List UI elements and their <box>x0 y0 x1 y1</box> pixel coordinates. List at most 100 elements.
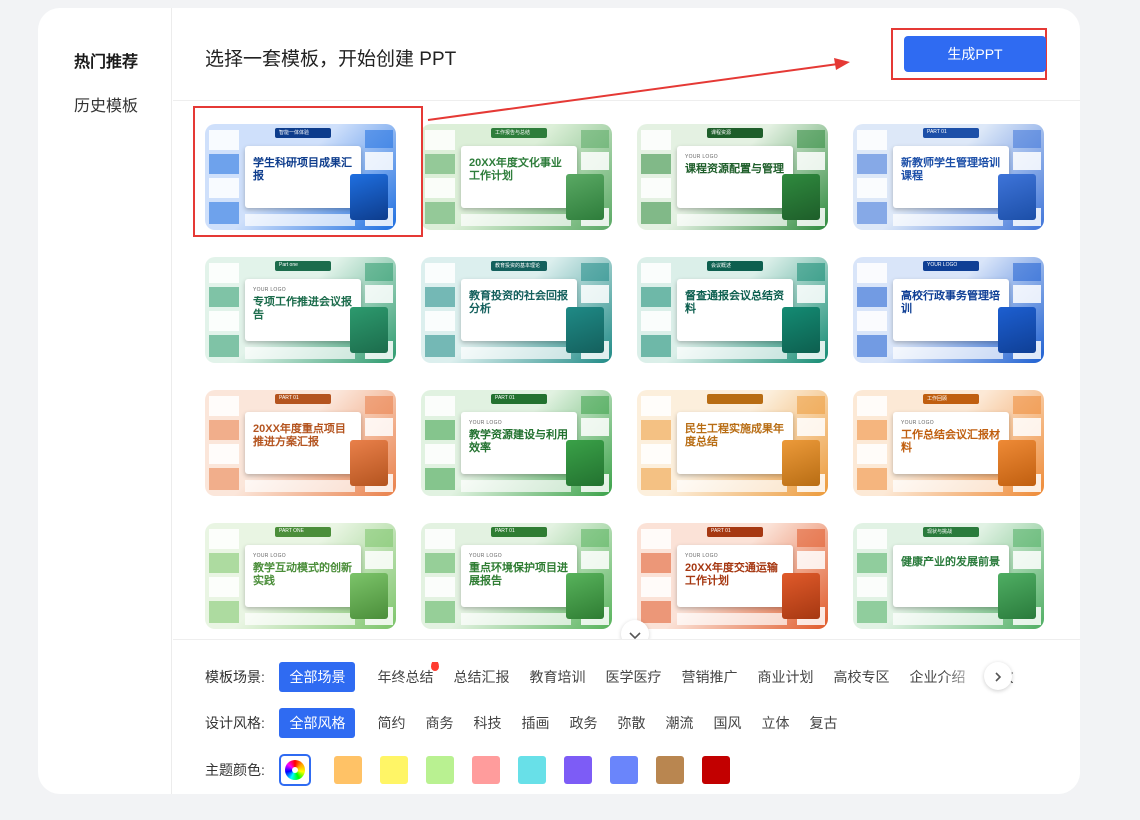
card-tag: 教育投资的基本理论 <box>495 263 541 269</box>
sidebar-item-history[interactable]: 历史模板 <box>74 92 138 116</box>
scene-option[interactable]: 商业计划 <box>757 662 813 692</box>
card-title: 督查通报会议总结资料 <box>685 290 784 315</box>
style-option[interactable]: 国风 <box>713 708 741 738</box>
template-card[interactable]: 工作回顾 YOUR LOGO 工作总结会议汇报材料 <box>853 390 1044 496</box>
color-swatch[interactable] <box>333 756 362 784</box>
style-option[interactable]: 科技 <box>473 708 501 738</box>
hot-flame-icon <box>431 662 440 671</box>
template-card[interactable]: 教育投资的基本理论教育投资的社会回报分析 <box>421 257 612 363</box>
card-tag: PART 01 <box>279 395 299 401</box>
style-option[interactable]: 插画 <box>521 708 549 738</box>
template-card[interactable]: 课程资源 YOUR LOGO 课程资源配置与管理 <box>637 124 828 230</box>
generate-ppt-button[interactable]: 生成PPT <box>904 36 1046 72</box>
color-wheel-icon <box>285 760 306 780</box>
card-photo <box>350 307 388 353</box>
card-logo: YOUR LOGO <box>469 553 502 559</box>
template-card[interactable]: PART 01 YOUR LOGO 重点环境保护项目进展报告 <box>421 523 612 629</box>
color-swatch[interactable] <box>517 756 546 784</box>
color-swatch[interactable] <box>563 756 592 784</box>
template-card[interactable]: PART 01 YOUR LOGO 20XX年度交通运输工作计划 <box>637 523 828 629</box>
color-swatch-all[interactable] <box>279 754 312 786</box>
style-option[interactable]: 简约 <box>377 708 405 738</box>
template-card[interactable]: PART 01 YOUR LOGO 教学资源建设与利用效率 <box>421 390 612 496</box>
card-cover: YOUR LOGO 专项工作推进会议报告 <box>245 279 361 341</box>
style-option[interactable]: 政务 <box>569 708 597 738</box>
style-option[interactable]: 弥散 <box>617 708 645 738</box>
scene-option[interactable]: 营销推广 <box>681 662 737 692</box>
card-cover: 教育投资的社会回报分析 <box>461 279 577 341</box>
template-card[interactable]: PART ONE YOUR LOGO 教学互动模式的创新实践 <box>205 523 396 629</box>
template-card[interactable]: PART 01 20XX年度重点项目推进方案汇报 <box>205 390 396 496</box>
template-card[interactable]: 工作报告与总结 20XX年度文化事业工作计划 <box>421 124 612 230</box>
card-tag: YOUR LOGO <box>927 262 958 268</box>
sidebar-item-hot[interactable]: 热门推荐 <box>74 48 138 72</box>
card-photo <box>998 573 1036 619</box>
filter-label-scene: 模板场景: <box>205 669 265 685</box>
card-cover: YOUR LOGO 教学资源建设与利用效率 <box>461 412 577 474</box>
card-logo: YOUR LOGO <box>253 553 286 559</box>
card-photo <box>350 440 388 486</box>
card-title: 健康产业的发展前景 <box>901 556 1000 568</box>
color-swatch[interactable] <box>609 756 638 784</box>
scene-option[interactable]: 全部场景 <box>279 662 356 692</box>
style-option[interactable]: 全部风格 <box>279 708 356 738</box>
card-photo <box>566 440 604 486</box>
card-tag: 会议概述 <box>711 263 732 269</box>
color-swatch[interactable] <box>701 756 730 784</box>
scene-option[interactable]: 总结汇报 <box>453 662 509 692</box>
card-photo <box>782 440 820 486</box>
scene-option[interactable]: 教育培训 <box>529 662 585 692</box>
scroll-fade <box>944 658 984 694</box>
card-cover: 20XX年度文化事业工作计划 <box>461 146 577 208</box>
highlight-box-selected-template <box>193 106 423 237</box>
card-tag: PART 01 <box>495 395 515 401</box>
color-swatch[interactable] <box>379 756 408 784</box>
card-cover: YOUR LOGO 工作总结会议汇报材料 <box>893 412 1009 474</box>
template-card[interactable]: Part one YOUR LOGO 专项工作推进会议报告 <box>205 257 396 363</box>
card-photo <box>566 174 604 220</box>
card-logo: YOUR LOGO <box>469 420 502 426</box>
card-logo: YOUR LOGO <box>685 154 718 160</box>
template-card[interactable]: 民生工程实施成果年度总结 <box>637 390 828 496</box>
template-card[interactable]: PART 01 新教师学生管理培训课程 <box>853 124 1044 230</box>
card-photo <box>998 307 1036 353</box>
scene-next-button[interactable] <box>984 662 1012 690</box>
color-swatch[interactable] <box>471 756 500 784</box>
style-option[interactable]: 立体 <box>761 708 789 738</box>
card-title: 教学互动模式的创新实践 <box>253 562 352 587</box>
card-title: 20XX年度交通运输工作计划 <box>685 562 778 587</box>
filter-label-style: 设计风格: <box>205 715 265 731</box>
style-option[interactable]: 潮流 <box>665 708 693 738</box>
card-tag: 工作回顾 <box>927 396 948 402</box>
card-photo <box>566 307 604 353</box>
header: 选择一套模板，开始创建 PPT 生成PPT <box>173 8 1080 101</box>
card-title: 民生工程实施成果年度总结 <box>685 423 784 448</box>
card-title: 专项工作推进会议报告 <box>253 296 352 321</box>
card-cover: YOUR LOGO 课程资源配置与管理 <box>677 146 793 208</box>
style-option[interactable]: 复古 <box>809 708 837 738</box>
scene-option[interactable]: 高校专区 <box>833 662 889 692</box>
page-title: 选择一套模板，开始创建 PPT <box>205 49 457 70</box>
card-tag: PART 01 <box>495 528 515 534</box>
card-title: 重点环境保护项目进展报告 <box>469 562 568 587</box>
scene-option[interactable]: 年终总结 <box>377 662 440 692</box>
filter-row-color: 主题颜色: <box>205 754 1044 790</box>
scene-option[interactable]: 医学医疗 <box>605 662 661 692</box>
template-card[interactable]: YOUR LOGO 高校行政事务管理培训 <box>853 257 1044 363</box>
card-logo: YOUR LOGO <box>685 553 718 559</box>
filter-row-scene: 模板场景: 全部场景 年终总结 总结汇报 教育培训 医学医疗 营销推广 商业计划 高校专区 企业… <box>205 662 1044 692</box>
card-cover: 健康产业的发展前景 <box>893 545 1009 607</box>
card-cover: 高校行政事务管理培训 <box>893 279 1009 341</box>
filter-panel: 模板场景: 全部场景 年终总结 总结汇报 教育培训 医学医疗 营销推广 商业计划 高校专区 企业… <box>173 639 1080 794</box>
card-title: 课程资源配置与管理 <box>685 163 784 175</box>
template-card[interactable]: 现状与挑战 健康产业的发展前景 <box>853 523 1044 629</box>
chevron-right-icon <box>995 672 1002 682</box>
color-swatch[interactable] <box>425 756 454 784</box>
main-panel: 选择一套模板，开始创建 PPT 生成PPT 智能一体体验 学生科研项目成果汇报 工作… <box>173 8 1080 794</box>
color-swatch[interactable] <box>655 756 684 784</box>
template-card[interactable]: 会议概述督查通报会议总结资料 <box>637 257 828 363</box>
card-photo <box>350 573 388 619</box>
style-option[interactable]: 商务 <box>425 708 453 738</box>
card-title: 教学资源建设与利用效率 <box>469 429 568 454</box>
card-cover: 新教师学生管理培训课程 <box>893 146 1009 208</box>
